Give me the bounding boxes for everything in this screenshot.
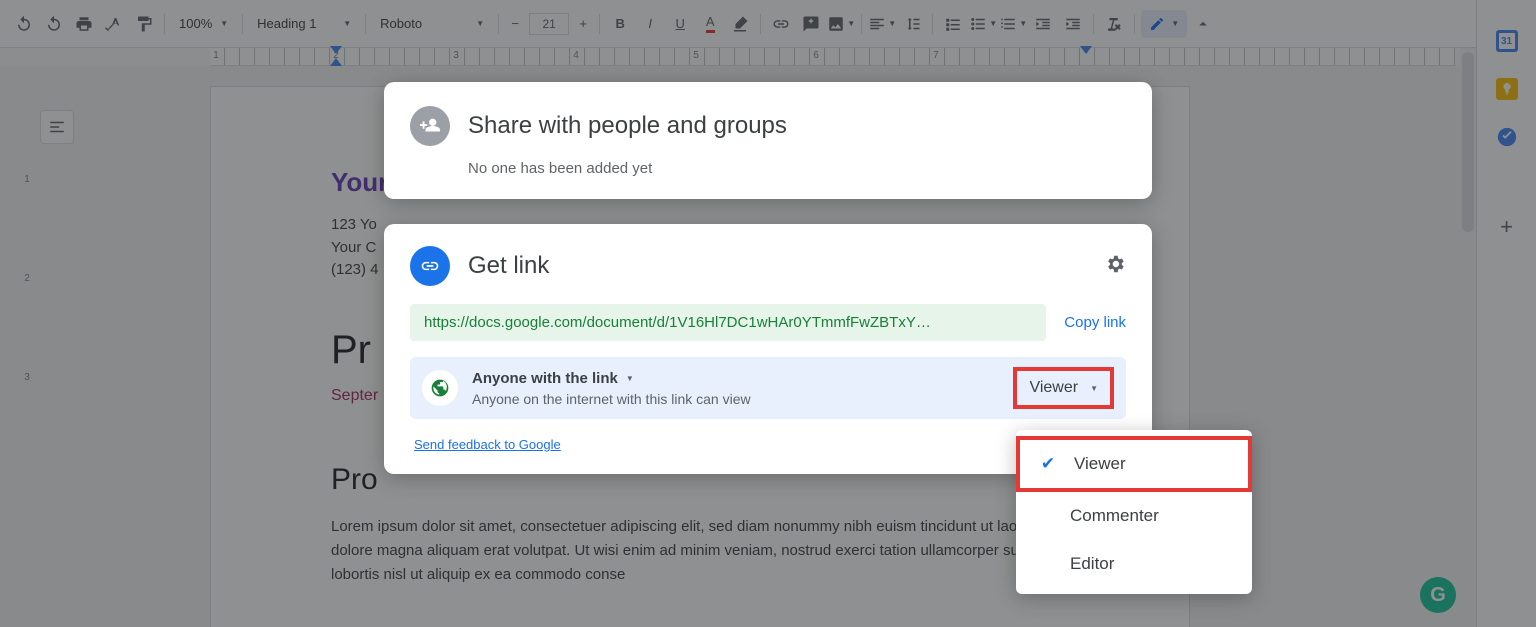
role-option-editor[interactable]: Editor [1016, 540, 1252, 588]
role-option-label: Editor [1070, 554, 1114, 574]
gear-icon[interactable] [1104, 253, 1126, 280]
link-access-row[interactable]: Anyone with the link ▼ Anyone on the int… [410, 357, 1126, 419]
get-link-title: Get link [468, 252, 1086, 280]
role-option-viewer[interactable]: ✔ Viewer [1016, 436, 1252, 492]
share-dialog-subtitle: No one has been added yet [468, 160, 1126, 177]
role-option-label: Commenter [1070, 506, 1159, 526]
chevron-down-icon: ▼ [1090, 384, 1098, 393]
role-option-label: Viewer [1074, 454, 1126, 474]
share-link-field[interactable]: https://docs.google.com/document/d/1V16H… [410, 304, 1046, 341]
feedback-link[interactable]: Send feedback to Google [414, 437, 561, 452]
chevron-down-icon[interactable]: ▼ [626, 374, 634, 383]
copy-link-button[interactable]: Copy link [1064, 314, 1126, 331]
globe-icon [422, 370, 458, 406]
check-icon: ✔ [1038, 454, 1058, 474]
role-select-button[interactable]: Viewer ▼ [1023, 375, 1104, 401]
highlight-box: Viewer ▼ [1013, 367, 1114, 409]
role-dropdown-menu: ✔ Viewer Commenter Editor [1016, 430, 1252, 594]
person-add-icon [410, 106, 450, 146]
access-scope-description: Anyone on the internet with this link ca… [472, 391, 999, 407]
share-dialog-title: Share with people and groups [468, 112, 787, 140]
role-option-commenter[interactable]: Commenter [1016, 492, 1252, 540]
share-dialog: Share with people and groups No one has … [384, 82, 1152, 199]
role-select-label: Viewer [1029, 379, 1078, 397]
link-icon [410, 246, 450, 286]
access-scope-label: Anyone with the link [472, 370, 618, 387]
